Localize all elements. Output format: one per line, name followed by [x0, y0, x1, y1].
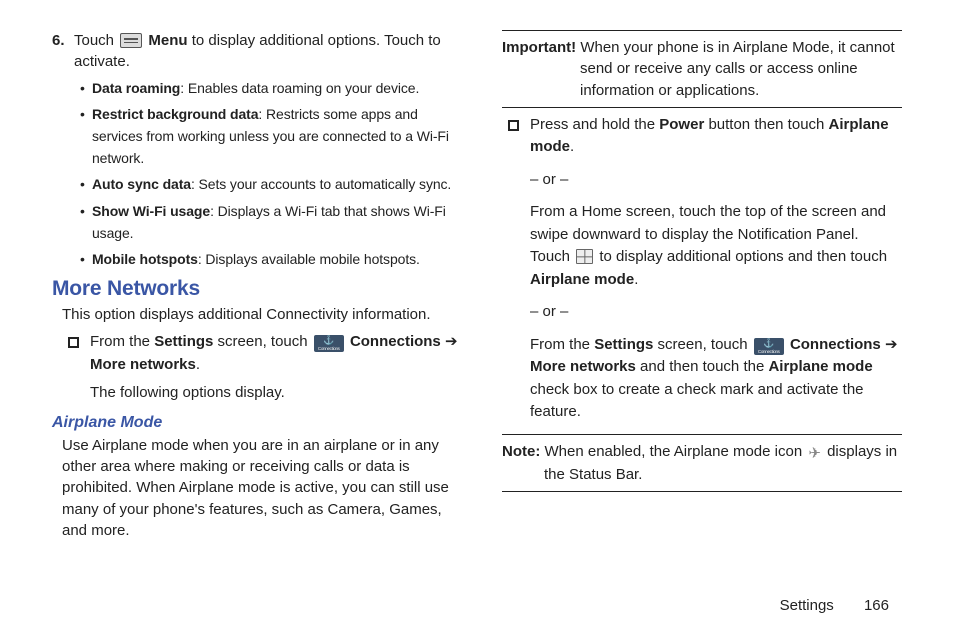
airplane-mode-description: Use Airplane mode when you are in an air…	[62, 435, 460, 541]
bullet-list: Data roaming: Enables data roaming on yo…	[52, 78, 460, 272]
divider	[502, 107, 902, 108]
bullet-item: Show Wi-Fi usage: Displays a Wi-Fi tab t…	[80, 201, 460, 244]
heading-airplane-mode: Airplane Mode	[52, 414, 460, 432]
page-content: 6. Touch Menu to display additional opti…	[0, 0, 954, 549]
right-column: Important! When your phone is in Airplan…	[502, 30, 902, 549]
or-separator: – or –	[530, 169, 902, 192]
bullet-item: Auto sync data: Sets your accounts to au…	[80, 174, 460, 196]
note-block: Note: When enabled, the Airplane mode ic…	[502, 441, 902, 492]
instruction-item: From the Settings screen, touch Connecti…	[62, 331, 460, 405]
divider	[502, 491, 902, 492]
bullet-item: Mobile hotspots: Displays available mobi…	[80, 249, 460, 271]
heading-more-networks: More Networks	[52, 277, 460, 301]
page-number: 166	[864, 597, 889, 614]
notification-panel-icon	[576, 249, 593, 264]
instruction-item: Press and hold the Power button then tou…	[502, 114, 902, 424]
connections-icon	[314, 335, 344, 352]
divider	[502, 30, 902, 31]
step-6: 6. Touch Menu to display additional opti…	[52, 30, 460, 73]
page-footer: Settings 166	[780, 597, 889, 614]
left-column: 6. Touch Menu to display additional opti…	[52, 30, 460, 549]
bullet-item: Data roaming: Enables data roaming on yo…	[80, 78, 460, 100]
connections-icon	[754, 338, 784, 355]
step-number: 6.	[52, 30, 66, 73]
bullet-item: Restrict background data: Restricts some…	[80, 104, 460, 169]
menu-icon	[120, 33, 142, 48]
step-body: Touch Menu to display additional options…	[74, 30, 460, 73]
or-separator: – or –	[530, 301, 902, 324]
divider	[502, 434, 902, 435]
instruction-result: The following options display.	[90, 382, 460, 405]
footer-section: Settings	[780, 597, 834, 614]
important-block: Important! When your phone is in Airplan…	[502, 37, 902, 107]
more-networks-lead: This option displays additional Connecti…	[62, 304, 460, 325]
airplane-icon: ✈	[808, 443, 821, 464]
